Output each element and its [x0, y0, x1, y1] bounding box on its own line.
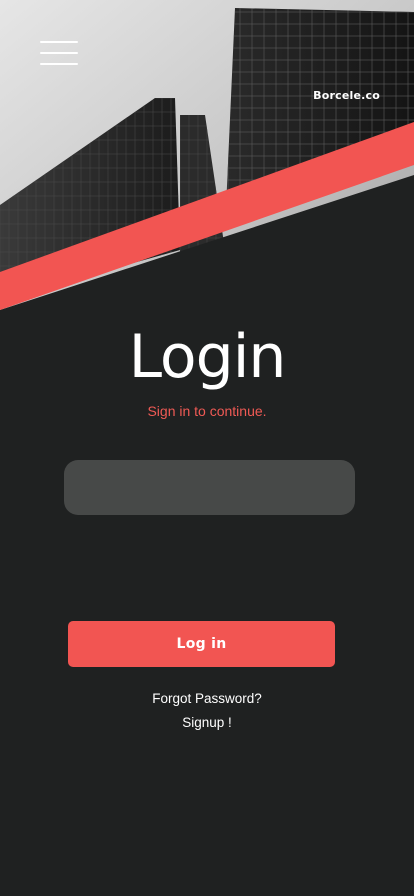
page-title: Login	[128, 322, 287, 392]
page-subtitle: Sign in to continue.	[147, 403, 267, 419]
login-field[interactable]	[64, 460, 355, 515]
menu-button[interactable]	[40, 40, 78, 68]
hamburger-menu-icon	[40, 41, 78, 43]
forgot-password-link[interactable]: Forgot Password?	[0, 691, 414, 706]
brand-name: Borcele.co	[313, 89, 380, 102]
signup-link[interactable]: Signup !	[0, 715, 414, 730]
login-button[interactable]: Log in	[68, 621, 335, 667]
